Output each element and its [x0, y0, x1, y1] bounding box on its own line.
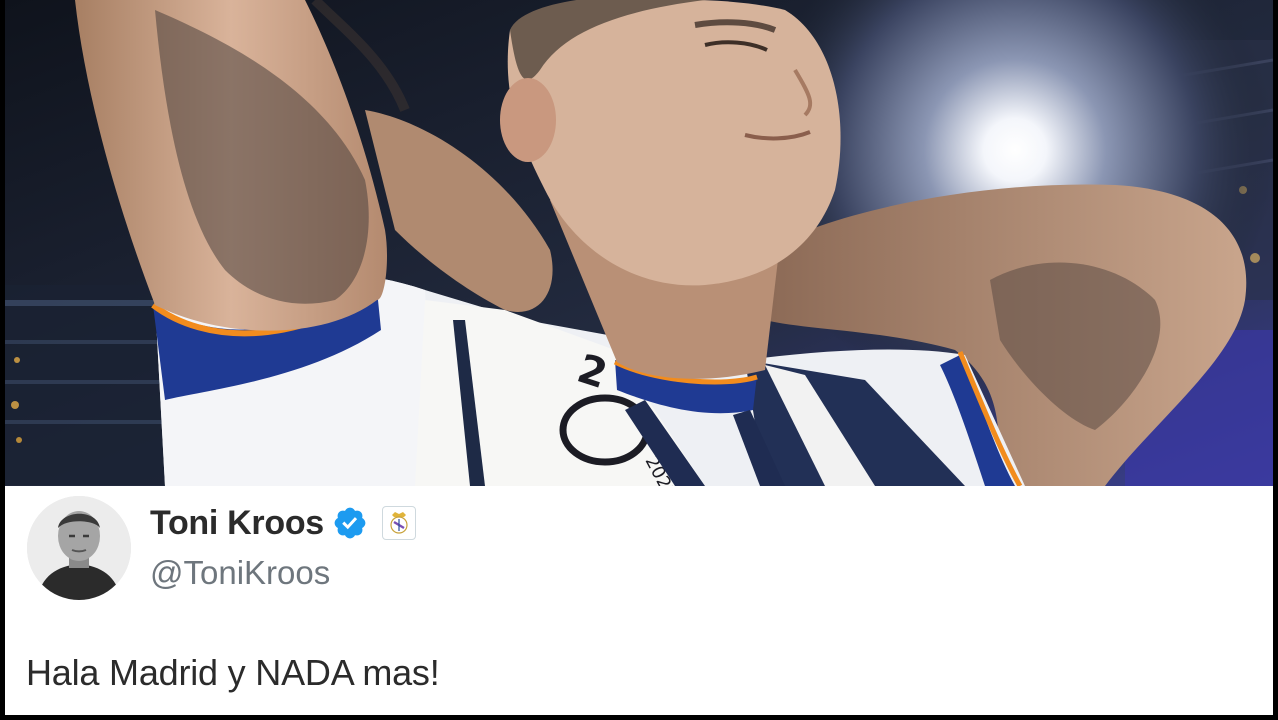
post-text: Hala Madrid y NADA mas!: [26, 652, 440, 693]
post-card: Toni Kroos @ToniKroos Hala Madrid y NADA…: [5, 486, 1273, 715]
author-name-row: Toni Kroos: [150, 500, 416, 546]
verified-badge-icon[interactable]: [332, 505, 368, 541]
author-handle[interactable]: @ToniKroos: [150, 554, 330, 592]
avatar-portrait-icon: [27, 496, 131, 600]
author-display-name[interactable]: Toni Kroos: [150, 504, 324, 543]
real-madrid-crest-icon[interactable]: [381, 506, 416, 540]
player-celebration-photo: 2 2022: [5, 0, 1273, 486]
post-media-photo[interactable]: 2 2022: [5, 0, 1273, 486]
avatar[interactable]: [27, 496, 131, 600]
screenshot-frame: 2 2022 Toni Kroos @ToniKroos Hala Madrid…: [0, 0, 1278, 720]
